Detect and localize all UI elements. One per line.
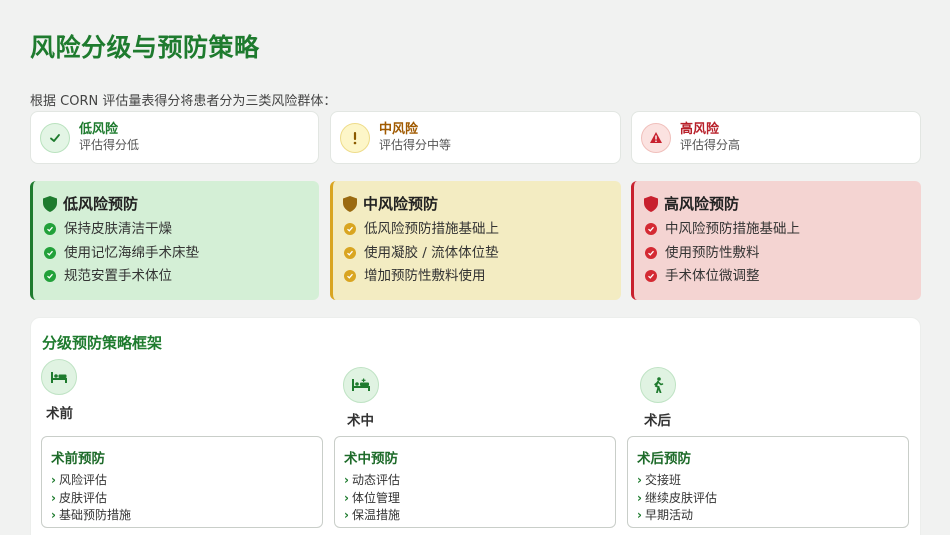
exclamation-icon: [340, 122, 370, 153]
phase-box-title: 术前预防: [51, 451, 105, 467]
check-circle-icon: [645, 223, 657, 235]
chevron-right-icon: ›: [344, 508, 349, 522]
level-desc: 评估得分低: [79, 138, 140, 152]
card-low-prevention: 低风险预防 保持皮肤清洁干燥 使用记忆海绵手术床垫 规范安置手术体位: [30, 181, 319, 300]
phase-box-preop: 术前预防 › 风险评估 › 皮肤评估 › 基础预防措施: [41, 436, 323, 528]
list-item: 手术体位微调整: [644, 267, 921, 291]
list-item: 规范安置手术体位: [43, 267, 319, 291]
check-circle-icon: [44, 270, 56, 282]
list-item: › 继续皮肤评估: [637, 490, 908, 508]
list-item: › 基础预防措施: [51, 507, 322, 525]
list-item: 使用凝胶 / 流体体位垫: [343, 244, 621, 268]
chevron-right-icon: ›: [637, 473, 642, 487]
list-item: › 保温措施: [344, 507, 615, 525]
list-item: › 动态评估: [344, 472, 615, 490]
check-circle-icon: [44, 246, 56, 259]
list-item: 增加预防性敷料使用: [343, 267, 621, 291]
list-item: 中风险预防措施基础上: [644, 220, 921, 244]
list-item: 使用预防性敷料: [644, 244, 921, 268]
phase-label: 术中: [347, 413, 374, 429]
level-box-low: 低风险 评估得分低: [30, 111, 319, 164]
level-desc: 评估得分高: [680, 138, 741, 152]
level-name: 中风险: [379, 122, 419, 137]
walking-person-icon: [640, 367, 676, 403]
check-circle-icon: [344, 246, 356, 259]
chevron-right-icon: ›: [637, 490, 642, 505]
check-circle-icon: [645, 270, 657, 282]
card-high-prevention: 高风险预防 中风险预防措施基础上 使用预防性敷料 手术体位微调整: [631, 181, 921, 300]
shield-icon: [343, 195, 357, 212]
phase-label: 术前: [46, 406, 73, 422]
chevron-right-icon: ›: [51, 508, 56, 522]
list-item: › 风险评估: [51, 472, 322, 490]
check-icon: [40, 122, 70, 153]
framework-title: 分级预防策略框架: [42, 334, 163, 352]
chevron-right-icon: ›: [51, 490, 56, 505]
list-item: › 体位管理: [344, 490, 615, 508]
intro-text: 根据 CORN 评估量表得分将患者分为三类风险群体：: [30, 94, 337, 109]
card-title: 中风险预防: [363, 195, 439, 213]
level-box-mid: 中风险 评估得分中等: [330, 111, 621, 164]
chevron-right-icon: ›: [344, 490, 349, 505]
level-name: 低风险: [79, 122, 119, 137]
phase-box-intraop: 术中预防 › 动态评估 › 体位管理 › 保温措施: [334, 436, 616, 528]
shield-icon: [43, 195, 57, 212]
phase-box-postop: 术后预防 › 交接班 › 继续皮肤评估 › 早期活动: [627, 436, 909, 528]
phase-label: 术后: [644, 413, 671, 429]
list-item: › 皮肤评估: [51, 490, 322, 508]
list-item: › 早期活动: [637, 507, 908, 525]
page-title: 风险分级与预防策略: [30, 33, 260, 62]
list-item: › 交接班: [637, 472, 908, 490]
list-item: 使用记忆海绵手术床垫: [43, 244, 319, 268]
surgery-bed-icon: [343, 367, 379, 403]
warning-triangle-icon: [641, 122, 671, 153]
card-mid-prevention: 中风险预防 低风险预防措施基础上 使用凝胶 / 流体体位垫 增加预防性敷料使用: [330, 181, 621, 300]
list-item: 保持皮肤清洁干燥: [43, 220, 319, 244]
level-name: 高风险: [680, 122, 720, 137]
check-circle-icon: [344, 270, 356, 282]
card-title: 高风险预防: [664, 195, 740, 213]
check-circle-icon: [344, 223, 356, 235]
check-circle-icon: [645, 246, 657, 259]
chevron-right-icon: ›: [344, 473, 349, 487]
chevron-right-icon: ›: [51, 473, 56, 487]
phase-box-title: 术中预防: [344, 451, 398, 467]
chevron-right-icon: ›: [637, 508, 642, 522]
level-box-high: 高风险 评估得分高: [631, 111, 921, 164]
card-title: 低风险预防: [63, 195, 139, 213]
phase-box-title: 术后预防: [637, 451, 691, 467]
bed-icon: [41, 359, 77, 395]
level-desc: 评估得分中等: [379, 138, 452, 152]
shield-icon: [644, 195, 658, 212]
check-circle-icon: [44, 223, 56, 235]
list-item: 低风险预防措施基础上: [343, 220, 621, 244]
